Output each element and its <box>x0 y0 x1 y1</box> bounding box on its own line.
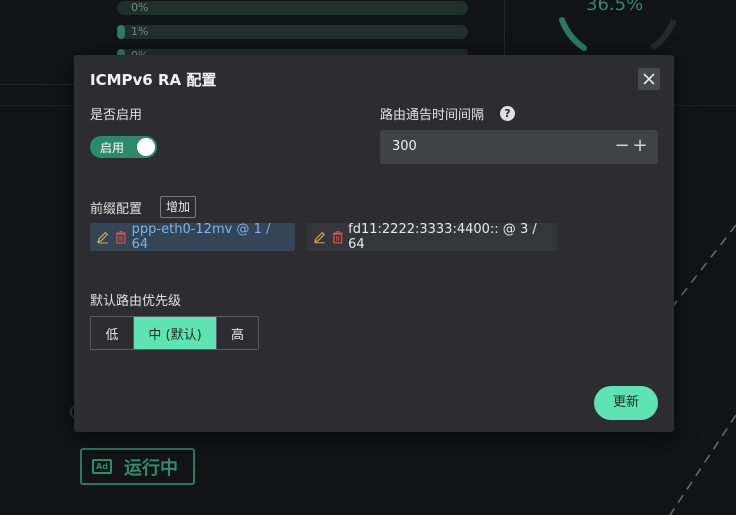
question-circle-icon[interactable]: ? <box>500 106 515 121</box>
prefix-label: 前缀配置 <box>90 202 143 217</box>
progress-label: 0% <box>131 1 149 14</box>
pencil-icon[interactable] <box>96 230 110 244</box>
dialog-title: ICMPv6 RA 配置 <box>90 71 217 89</box>
progress-label: 1% <box>131 25 149 38</box>
priority-option-low[interactable]: 低 <box>91 317 134 349</box>
trash-icon[interactable] <box>331 230 345 244</box>
priority-option-medium[interactable]: 中 (默认) <box>134 317 216 349</box>
pencil-icon[interactable] <box>313 230 327 244</box>
toggle-knob <box>137 138 155 156</box>
priority-selector: 低 中 (默认) 高 <box>90 316 259 350</box>
close-icon <box>643 73 655 85</box>
status-label: 运行中 <box>124 457 178 479</box>
close-button[interactable] <box>638 68 660 90</box>
prefix-item: fd11:2222:3333:4400:: @ 3 / 64 <box>307 222 557 252</box>
prefix-item: ppp-eth0-12mv @ 1 / 64 <box>90 222 295 252</box>
update-button[interactable]: 更新 <box>594 386 658 420</box>
progress-fill <box>117 25 125 39</box>
priority-option-high[interactable]: 高 <box>216 317 258 349</box>
progress-bar: 0% <box>117 1 468 15</box>
toggle-text: 启用 <box>100 141 125 155</box>
interval-input[interactable]: 300 − + <box>380 130 658 164</box>
increment-button[interactable]: + <box>632 135 648 157</box>
interval-label: 路由通告时间间隔 <box>380 108 485 123</box>
priority-label: 默认路由优先级 <box>90 294 182 309</box>
ad-icon: Ad <box>92 459 112 474</box>
progress-bar: 1% <box>117 25 468 39</box>
add-prefix-button[interactable]: 增加 <box>160 196 196 218</box>
prefix-text: fd11:2222:3333:4400:: @ 3 / 64 <box>348 222 537 252</box>
prefix-text: ppp-eth0-12mv @ 1 / 64 <box>131 222 271 252</box>
running-status-badge: Ad 运行中 <box>80 448 195 485</box>
trash-icon[interactable] <box>114 230 128 244</box>
enable-label: 是否启用 <box>90 108 143 123</box>
decrement-button[interactable]: − <box>614 135 630 157</box>
icmpv6-ra-config-dialog: ICMPv6 RA 配置 是否启用 启用 路由通告时间间隔 ? 300 − + … <box>74 55 674 432</box>
gauge-value: 36.5% <box>586 0 644 15</box>
interval-value: 300 <box>392 139 417 154</box>
enable-toggle[interactable]: 启用 <box>90 136 157 158</box>
